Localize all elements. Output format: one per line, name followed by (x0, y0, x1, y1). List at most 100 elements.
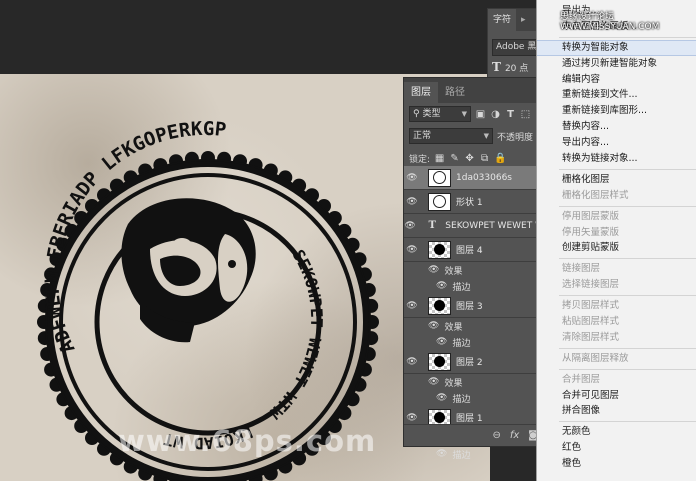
eye-icon[interactable]: 👁 (404, 413, 420, 423)
layer-name: 形状 1 (456, 198, 483, 208)
canvas-watermark: www.68ps.com (118, 424, 377, 458)
stroke-effect-row[interactable]: 👁 描边 (404, 334, 544, 350)
layer-name: SEKOWPET WEWET W (445, 220, 544, 231)
stroke-effect-row[interactable]: 👁 描边 (404, 446, 544, 462)
menu-item[interactable]: 替换内容... (537, 119, 696, 135)
layer-thumbnail (428, 192, 451, 211)
lock-image-icon[interactable]: ✎ (449, 153, 460, 164)
lock-artboard-icon[interactable]: ⧉ (479, 153, 490, 164)
menu-item[interactable]: 红色 (537, 440, 696, 456)
tab-paths[interactable]: 路径 (438, 82, 472, 103)
menu-item[interactable]: 编辑内容 (537, 72, 696, 88)
menu-item: 停用图层蒙版 (562, 210, 620, 222)
effects-row[interactable]: 👁 效果 (404, 374, 544, 390)
layer-row-shape-1[interactable]: 👁 形状 1 (404, 190, 544, 214)
site-watermark: 思缘设计论坛 WWW.MISSYUAN.COM (560, 12, 660, 32)
effects-label: 效果 (444, 322, 463, 333)
tab-paragraph-collapsed[interactable]: ▸ (516, 9, 531, 31)
lock-label: 锁定: (409, 154, 431, 165)
stroke-label: 描边 (452, 394, 471, 405)
tab-character[interactable]: 字符 (488, 9, 517, 31)
stroke-effect-row[interactable]: 👁 描边 (404, 278, 544, 294)
menu-item[interactable]: 转换为链接对象... (537, 151, 696, 167)
menu-item: 栅格化图层样式 (562, 189, 629, 201)
menu-separator (559, 258, 696, 260)
layers-panel: 图层 路径 ⚲ 类型 ▼ ▣ ◑ T ⬚ 正常 ▼ 不透明度 锁定: ▦ ✎ ✥… (403, 77, 545, 461)
lock-transparent-icon[interactable]: ▦ (434, 153, 445, 164)
eye-icon[interactable]: 👁 (404, 245, 420, 255)
menu-item: 清除图层样式 (562, 331, 620, 343)
eye-icon[interactable]: 👁 (404, 173, 420, 183)
eye-icon[interactable]: 👁 (404, 357, 420, 367)
font-size-value: 20 点 (504, 64, 529, 74)
eye-icon[interactable]: 👁 (436, 281, 447, 291)
menu-item[interactable]: 栅格化图层 (537, 172, 696, 188)
lock-position-icon[interactable]: ✥ (464, 153, 475, 164)
menu-item[interactable]: 通过拷贝新建智能对象 (537, 56, 696, 72)
eye-icon[interactable]: 👁 (428, 321, 439, 331)
menu-separator (559, 168, 696, 170)
layer-name: 图层 3 (456, 302, 483, 312)
filter-shape-icon[interactable]: ⬚ (520, 109, 531, 120)
menu-item[interactable]: 无颜色 (537, 424, 696, 440)
chevron-down-icon: ▼ (483, 132, 489, 140)
eye-icon[interactable]: 👁 (436, 449, 447, 459)
text-layer-icon: T (428, 220, 436, 231)
lock-all-icon[interactable]: 🔒 (494, 153, 506, 164)
layer-thumbnail (428, 296, 451, 315)
link-icon[interactable]: ⊖ (492, 430, 500, 441)
menu-item[interactable]: 创建剪贴蒙版 (537, 240, 696, 256)
layer-name: 图层 1 (456, 414, 483, 424)
menu-item[interactable]: 橙色 (537, 456, 696, 472)
layer-name: 图层 4 (456, 246, 483, 256)
fx-icon[interactable]: fx (510, 430, 519, 441)
menu-item[interactable]: 拼合图像 (537, 403, 696, 419)
effects-label: 效果 (444, 378, 463, 389)
eye-icon[interactable]: 👁 (404, 221, 416, 231)
layer-row-layer-3[interactable]: 👁 图层 3 (404, 294, 544, 318)
layer-row-text[interactable]: 👁 T SEKOWPET WEWET W (404, 214, 544, 238)
eye-icon[interactable]: 👁 (436, 337, 447, 347)
layer-row-smart-image[interactable]: 👁 1da033066s (404, 166, 544, 190)
menu-item[interactable]: 重新链接到文件... (537, 87, 696, 103)
layer-row-layer-4[interactable]: 👁 图层 4 (404, 238, 544, 262)
search-icon: ⚲ (413, 109, 420, 119)
tab-layers[interactable]: 图层 (404, 82, 438, 103)
stroke-label: 描边 (452, 450, 471, 461)
effects-row[interactable]: 👁 效果 (404, 318, 544, 334)
filter-adjustment-icon[interactable]: ◑ (490, 109, 501, 120)
blend-mode-select[interactable]: 正常 ▼ (409, 128, 493, 144)
menu-separator (559, 368, 696, 370)
layer-row-layer-2[interactable]: 👁 图层 2 (404, 350, 544, 374)
menu-item[interactable]: 合并可见图层 (537, 388, 696, 404)
rabbit-image (121, 198, 256, 343)
menu-separator (559, 295, 696, 297)
menu-separator (559, 36, 696, 38)
layer-name: 1da033066s (456, 172, 512, 183)
filter-pixel-icon[interactable]: ▣ (475, 109, 486, 120)
eye-icon[interactable]: 👁 (428, 377, 439, 387)
eye-icon[interactable]: 👁 (404, 301, 420, 311)
filter-kind-select[interactable]: ⚲ 类型 ▼ (409, 106, 471, 122)
font-size-icon: T (492, 60, 501, 74)
menu-item[interactable]: 重新链接到库图形... (537, 103, 696, 119)
stroke-effect-row[interactable]: 👁 描边 (404, 390, 544, 406)
layer-name: 图层 2 (456, 358, 483, 368)
menu-separator (559, 347, 696, 349)
eye-icon[interactable]: 👁 (404, 197, 420, 207)
layer-context-menu: 导出为... 来自图层的画板... 转换为智能对象 通过拷贝新建智能对象 编辑内容 重新链… (536, 0, 696, 481)
layer-thumbnail (428, 352, 451, 371)
effects-row[interactable]: 👁 效果 (404, 262, 544, 278)
filter-type-icon[interactable]: T (505, 109, 516, 120)
eye-icon[interactable]: 👁 (428, 265, 439, 275)
chevron-down-icon: ▼ (461, 110, 467, 118)
menu-item[interactable]: 导出内容... (537, 135, 696, 151)
effects-label: 效果 (444, 266, 463, 277)
menu-item: 从隔离图层释放 (562, 352, 629, 364)
menu-item: 合并图层 (562, 373, 601, 385)
menu-item[interactable]: 转换为智能对象 (537, 39, 696, 56)
eye-icon[interactable]: 👁 (436, 393, 447, 403)
menu-separator (559, 205, 696, 207)
menu-item: 链接图层 (562, 263, 601, 275)
layer-list: 👁 1da033066s 👁 形状 1 👁 T SEKOWPET WEWET W… (404, 166, 544, 462)
